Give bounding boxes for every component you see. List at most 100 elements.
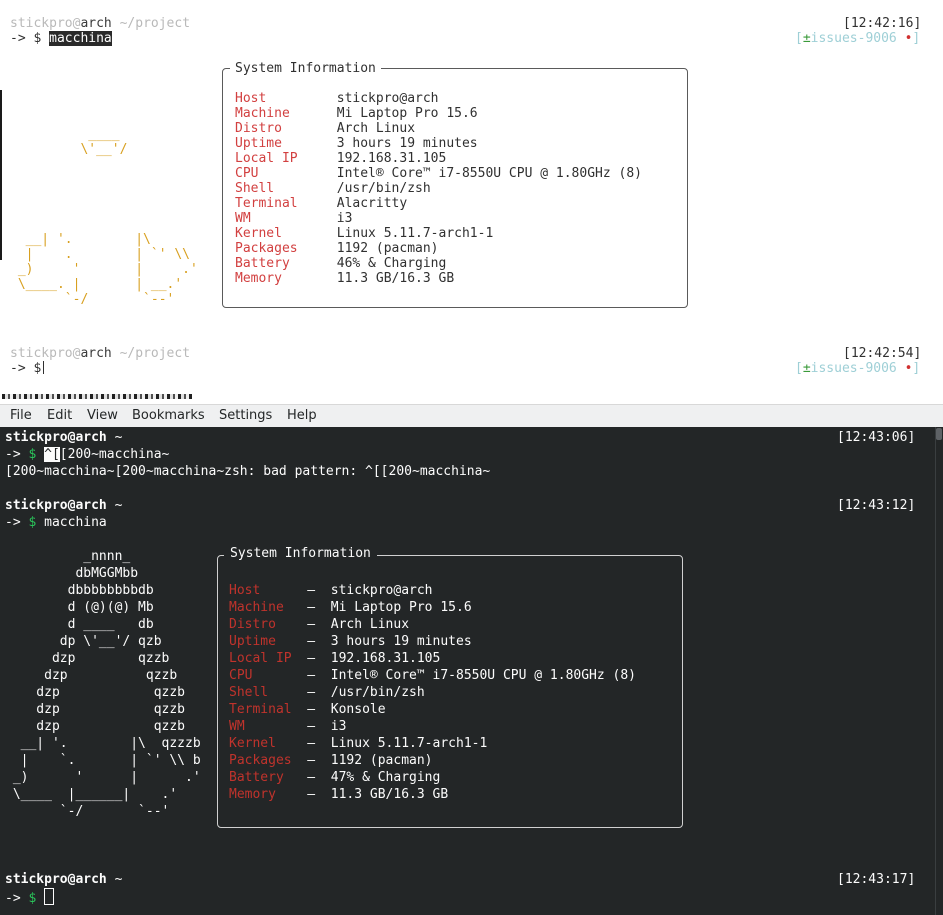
info-value: Alacritty	[336, 196, 408, 211]
info-label: Distro	[229, 617, 308, 632]
info-row: Shell /usr/bin/zsh	[235, 181, 642, 196]
info-row: Packages — 1192 (pacman)	[229, 752, 636, 769]
info-value: i3	[330, 719, 347, 734]
info-label: CPU	[229, 668, 308, 683]
info-separator: —	[307, 668, 331, 683]
info-value: 3 hours 19 minutes	[330, 634, 472, 649]
info-label: Kernel	[235, 226, 337, 241]
tux-ascii-art: ____ \'__'/ __| '. |\ | . | `' \\ _) ' |…	[17, 127, 198, 307]
prompt-time: [12:42:54]	[843, 346, 922, 361]
command-line[interactable]: -> $	[5, 888, 55, 907]
info-row: WM i3	[235, 211, 642, 226]
info-value: Linux 5.11.7-arch1-1	[336, 226, 494, 241]
scrollbar-thumb[interactable]	[936, 428, 942, 440]
info-separator: —	[307, 736, 331, 751]
menu-bookmarks[interactable]: Bookmarks	[132, 408, 205, 423]
info-row: Memory — 11.3 GB/16.3 GB	[229, 786, 636, 803]
info-separator: —	[307, 600, 331, 615]
prompt-time: [12:42:16]	[843, 16, 922, 31]
info-row: Shell — /usr/bin/zsh	[229, 684, 636, 701]
info-label: Packages	[229, 753, 308, 768]
info-row: CPU — Intel® Core™ i7-8550U CPU @ 1.80GH…	[229, 667, 636, 684]
error-output: [200~macchina~[200~macchina~zsh: bad pat…	[5, 464, 491, 479]
system-info-title: System Information	[230, 61, 381, 76]
info-value: 1192 (pacman)	[330, 753, 433, 768]
info-label: Uptime	[235, 136, 337, 151]
info-value: stickpro@arch	[336, 91, 439, 106]
prompt-line: stickpro@arch ~	[5, 871, 122, 888]
prompt-userhost: stickpro@arch	[5, 872, 107, 887]
info-label: Memory	[229, 787, 308, 802]
prompt-line: stickpro@arch ~	[5, 429, 122, 446]
info-row: Battery 46% & Charging	[235, 256, 642, 271]
info-value: Mi Laptop Pro 15.6	[336, 106, 478, 121]
menu-help[interactable]: Help	[287, 408, 317, 423]
info-separator: —	[307, 685, 331, 700]
prompt-host: arch	[80, 16, 112, 31]
info-label: WM	[229, 719, 308, 734]
info-row: WM — i3	[229, 718, 636, 735]
prompt-arrow: ->	[10, 361, 26, 376]
branch-name: issues-9006	[810, 31, 897, 46]
scrollbar[interactable]	[935, 427, 943, 915]
git-branch-indicator: [±issues-9006 •]	[795, 361, 920, 376]
info-label: Memory	[235, 271, 337, 286]
background-image-strip	[2, 394, 192, 399]
prompt-time: [12:43:17]	[837, 872, 916, 887]
info-value: Mi Laptop Pro 15.6	[330, 600, 472, 615]
info-label: Machine	[229, 600, 308, 615]
info-row: Kernel — Linux 5.11.7-arch1-1	[229, 735, 636, 752]
command-text: macchina	[44, 515, 107, 530]
prompt-dollar: $	[28, 447, 37, 462]
menu-file[interactable]: File	[10, 408, 32, 423]
info-row: Kernel Linux 5.11.7-arch1-1	[235, 226, 642, 241]
info-separator: —	[307, 753, 331, 768]
prompt-path: ~/project	[119, 16, 191, 31]
prompt-arrow: ->	[10, 31, 26, 46]
prompt-userhost: stickpro@arch	[5, 498, 107, 513]
prompt-line: stickpro@arch ~/project	[10, 16, 190, 31]
konsole-menubar: File Edit View Bookmarks Settings Help	[0, 404, 943, 428]
info-label: Host	[235, 91, 337, 106]
system-info-rows: Host stickpro@arch Machine Mi Laptop Pro …	[235, 91, 642, 286]
info-value: i3	[336, 211, 353, 226]
system-info-title: System Information	[224, 546, 377, 561]
info-value: Konsole	[330, 702, 386, 717]
info-separator: —	[307, 719, 331, 734]
info-row: Uptime — 3 hours 19 minutes	[229, 633, 636, 650]
branch-name: issues-9006	[810, 361, 897, 376]
menu-edit[interactable]: Edit	[47, 408, 72, 423]
info-value: /usr/bin/zsh	[336, 181, 431, 196]
info-value: 1192 (pacman)	[336, 241, 439, 256]
command-line: -> $ ^[[200~macchina~	[5, 446, 169, 463]
branch-bracket-open: [	[795, 361, 803, 376]
window-edge	[0, 90, 2, 260]
alacritty-terminal[interactable]: stickpro@arch ~/project [12:42:16] -> $ …	[0, 0, 943, 395]
branch-dirty-mark: ±	[802, 31, 811, 46]
tux-ascii-art-feet: ____ \'__'/ __| '. |\ | `. | `' \\ _) ' …	[12, 617, 201, 819]
block-cursor	[44, 888, 55, 905]
info-value: /usr/bin/zsh	[330, 685, 425, 700]
prompt-user: stickpro	[10, 346, 73, 361]
info-label: Uptime	[229, 634, 308, 649]
info-label: Battery	[229, 770, 308, 785]
prompt-dollar: $	[28, 891, 37, 906]
prompt-path: ~	[114, 872, 123, 887]
menu-view[interactable]: View	[87, 408, 118, 423]
konsole-terminal[interactable]: stickpro@arch ~ [12:43:06] -> $ ^[[200~m…	[0, 427, 935, 915]
info-row: Local IP 192.168.31.105	[235, 151, 642, 166]
prompt-path: ~	[114, 430, 123, 445]
git-branch-indicator: [±issues-9006 •]	[795, 31, 920, 46]
info-value: stickpro@arch	[330, 583, 433, 598]
info-label: Packages	[235, 241, 337, 256]
prompt-userhost: stickpro@arch	[5, 430, 107, 445]
info-row: CPU Intel® Core™ i7-8550U CPU @ 1.80GHz …	[235, 166, 642, 181]
info-row: Host — stickpro@arch	[229, 582, 636, 599]
command-line: -> $ macchina	[5, 514, 107, 531]
info-row: Terminal Alacritty	[235, 196, 642, 211]
prompt-user: stickpro	[10, 16, 73, 31]
command-line[interactable]: -> $	[10, 361, 45, 376]
info-value: 3 hours 19 minutes	[336, 136, 478, 151]
info-row: Distro Arch Linux	[235, 121, 642, 136]
menu-settings[interactable]: Settings	[219, 408, 272, 423]
